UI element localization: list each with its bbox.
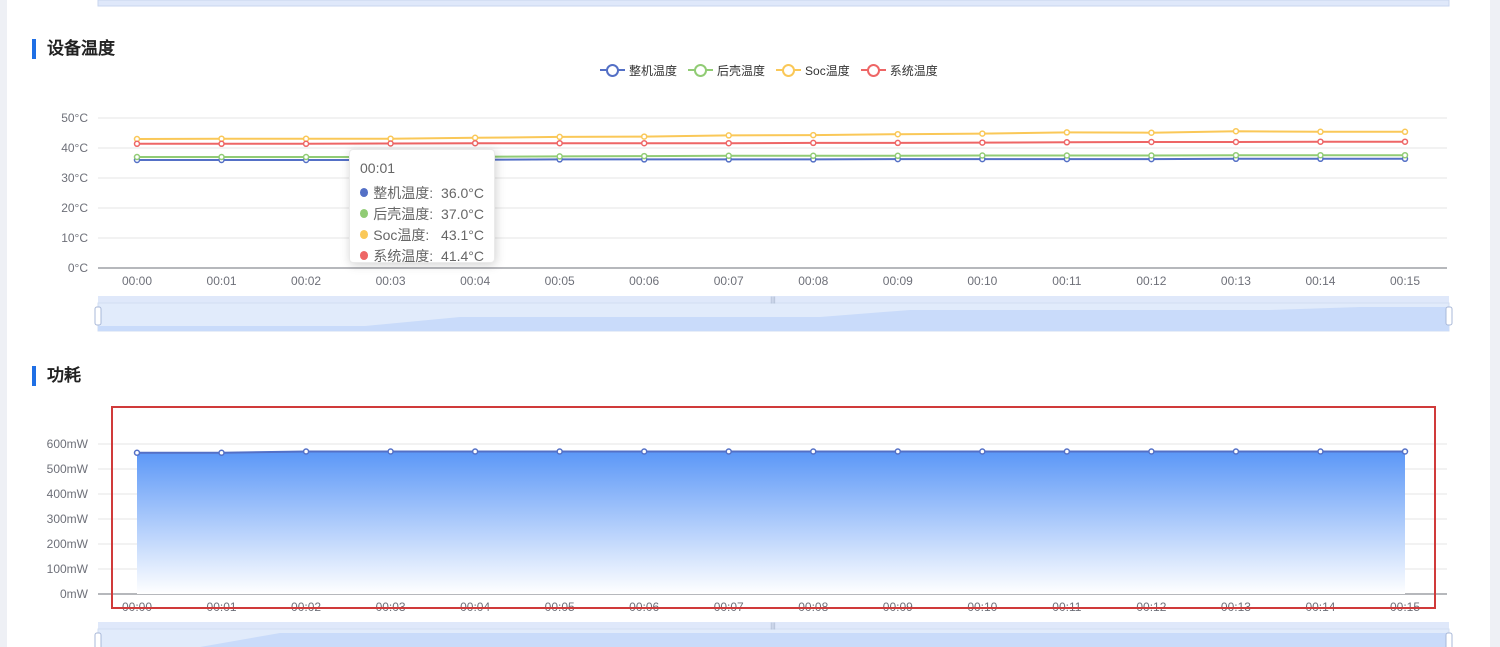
data-point bbox=[471, 448, 479, 455]
data-point bbox=[725, 448, 732, 455]
data-point bbox=[1401, 448, 1409, 455]
x-tick-label: 00:14 bbox=[1305, 600, 1335, 614]
area-fill bbox=[137, 451, 1405, 594]
x-tick-label: 00:02 bbox=[291, 600, 321, 614]
y-tick-label: 400mW bbox=[47, 487, 89, 501]
x-tick-label: 00:11 bbox=[1052, 600, 1081, 614]
data-point bbox=[810, 448, 817, 455]
data-point bbox=[387, 448, 394, 455]
slider-preview-area bbox=[200, 633, 1449, 647]
y-tick-label: 100mW bbox=[47, 562, 89, 576]
x-tick-label: 00:03 bbox=[376, 600, 406, 614]
x-tick-label: 00:08 bbox=[798, 600, 828, 614]
slider-right-handle[interactable] bbox=[1445, 632, 1453, 647]
y-tick-label: 600mW bbox=[47, 437, 89, 451]
data-point bbox=[133, 449, 141, 456]
data-point bbox=[302, 448, 310, 455]
data-point bbox=[218, 449, 225, 456]
x-tick-label: 00:13 bbox=[1221, 600, 1251, 614]
x-tick-label: 00:00 bbox=[122, 600, 152, 614]
power-zoom-slider[interactable]: ||| bbox=[0, 616, 1500, 647]
x-tick-label: 00:06 bbox=[629, 600, 659, 614]
x-tick-label: 00:04 bbox=[460, 600, 490, 614]
x-tick-label: 00:07 bbox=[714, 600, 744, 614]
data-point bbox=[556, 448, 563, 455]
slider-left-handle[interactable] bbox=[94, 632, 102, 647]
data-point bbox=[1063, 448, 1071, 455]
x-tick-label: 00:09 bbox=[883, 600, 913, 614]
y-tick-label: 200mW bbox=[47, 537, 89, 551]
data-point bbox=[640, 448, 648, 455]
x-tick-label: 00:01 bbox=[207, 600, 237, 614]
y-tick-label: 300mW bbox=[47, 512, 89, 526]
slider-grip-icon: ||| bbox=[770, 623, 776, 630]
y-tick-label: 500mW bbox=[47, 462, 89, 476]
x-tick-label: 00:12 bbox=[1136, 600, 1166, 614]
x-tick-label: 00:15 bbox=[1390, 600, 1420, 614]
x-tick-label: 00:05 bbox=[545, 600, 575, 614]
data-point bbox=[1148, 448, 1155, 455]
data-point bbox=[1232, 448, 1240, 455]
power-chart[interactable]: 0mW 100mW 200mW 300mW 400mW 500mW 600mW 00:00 00… bbox=[0, 0, 1500, 620]
x-tick-label: 00:10 bbox=[967, 600, 997, 614]
data-point bbox=[1317, 448, 1324, 455]
y-tick-label: 0mW bbox=[60, 587, 89, 601]
data-point bbox=[894, 448, 902, 455]
data-point bbox=[979, 448, 986, 455]
